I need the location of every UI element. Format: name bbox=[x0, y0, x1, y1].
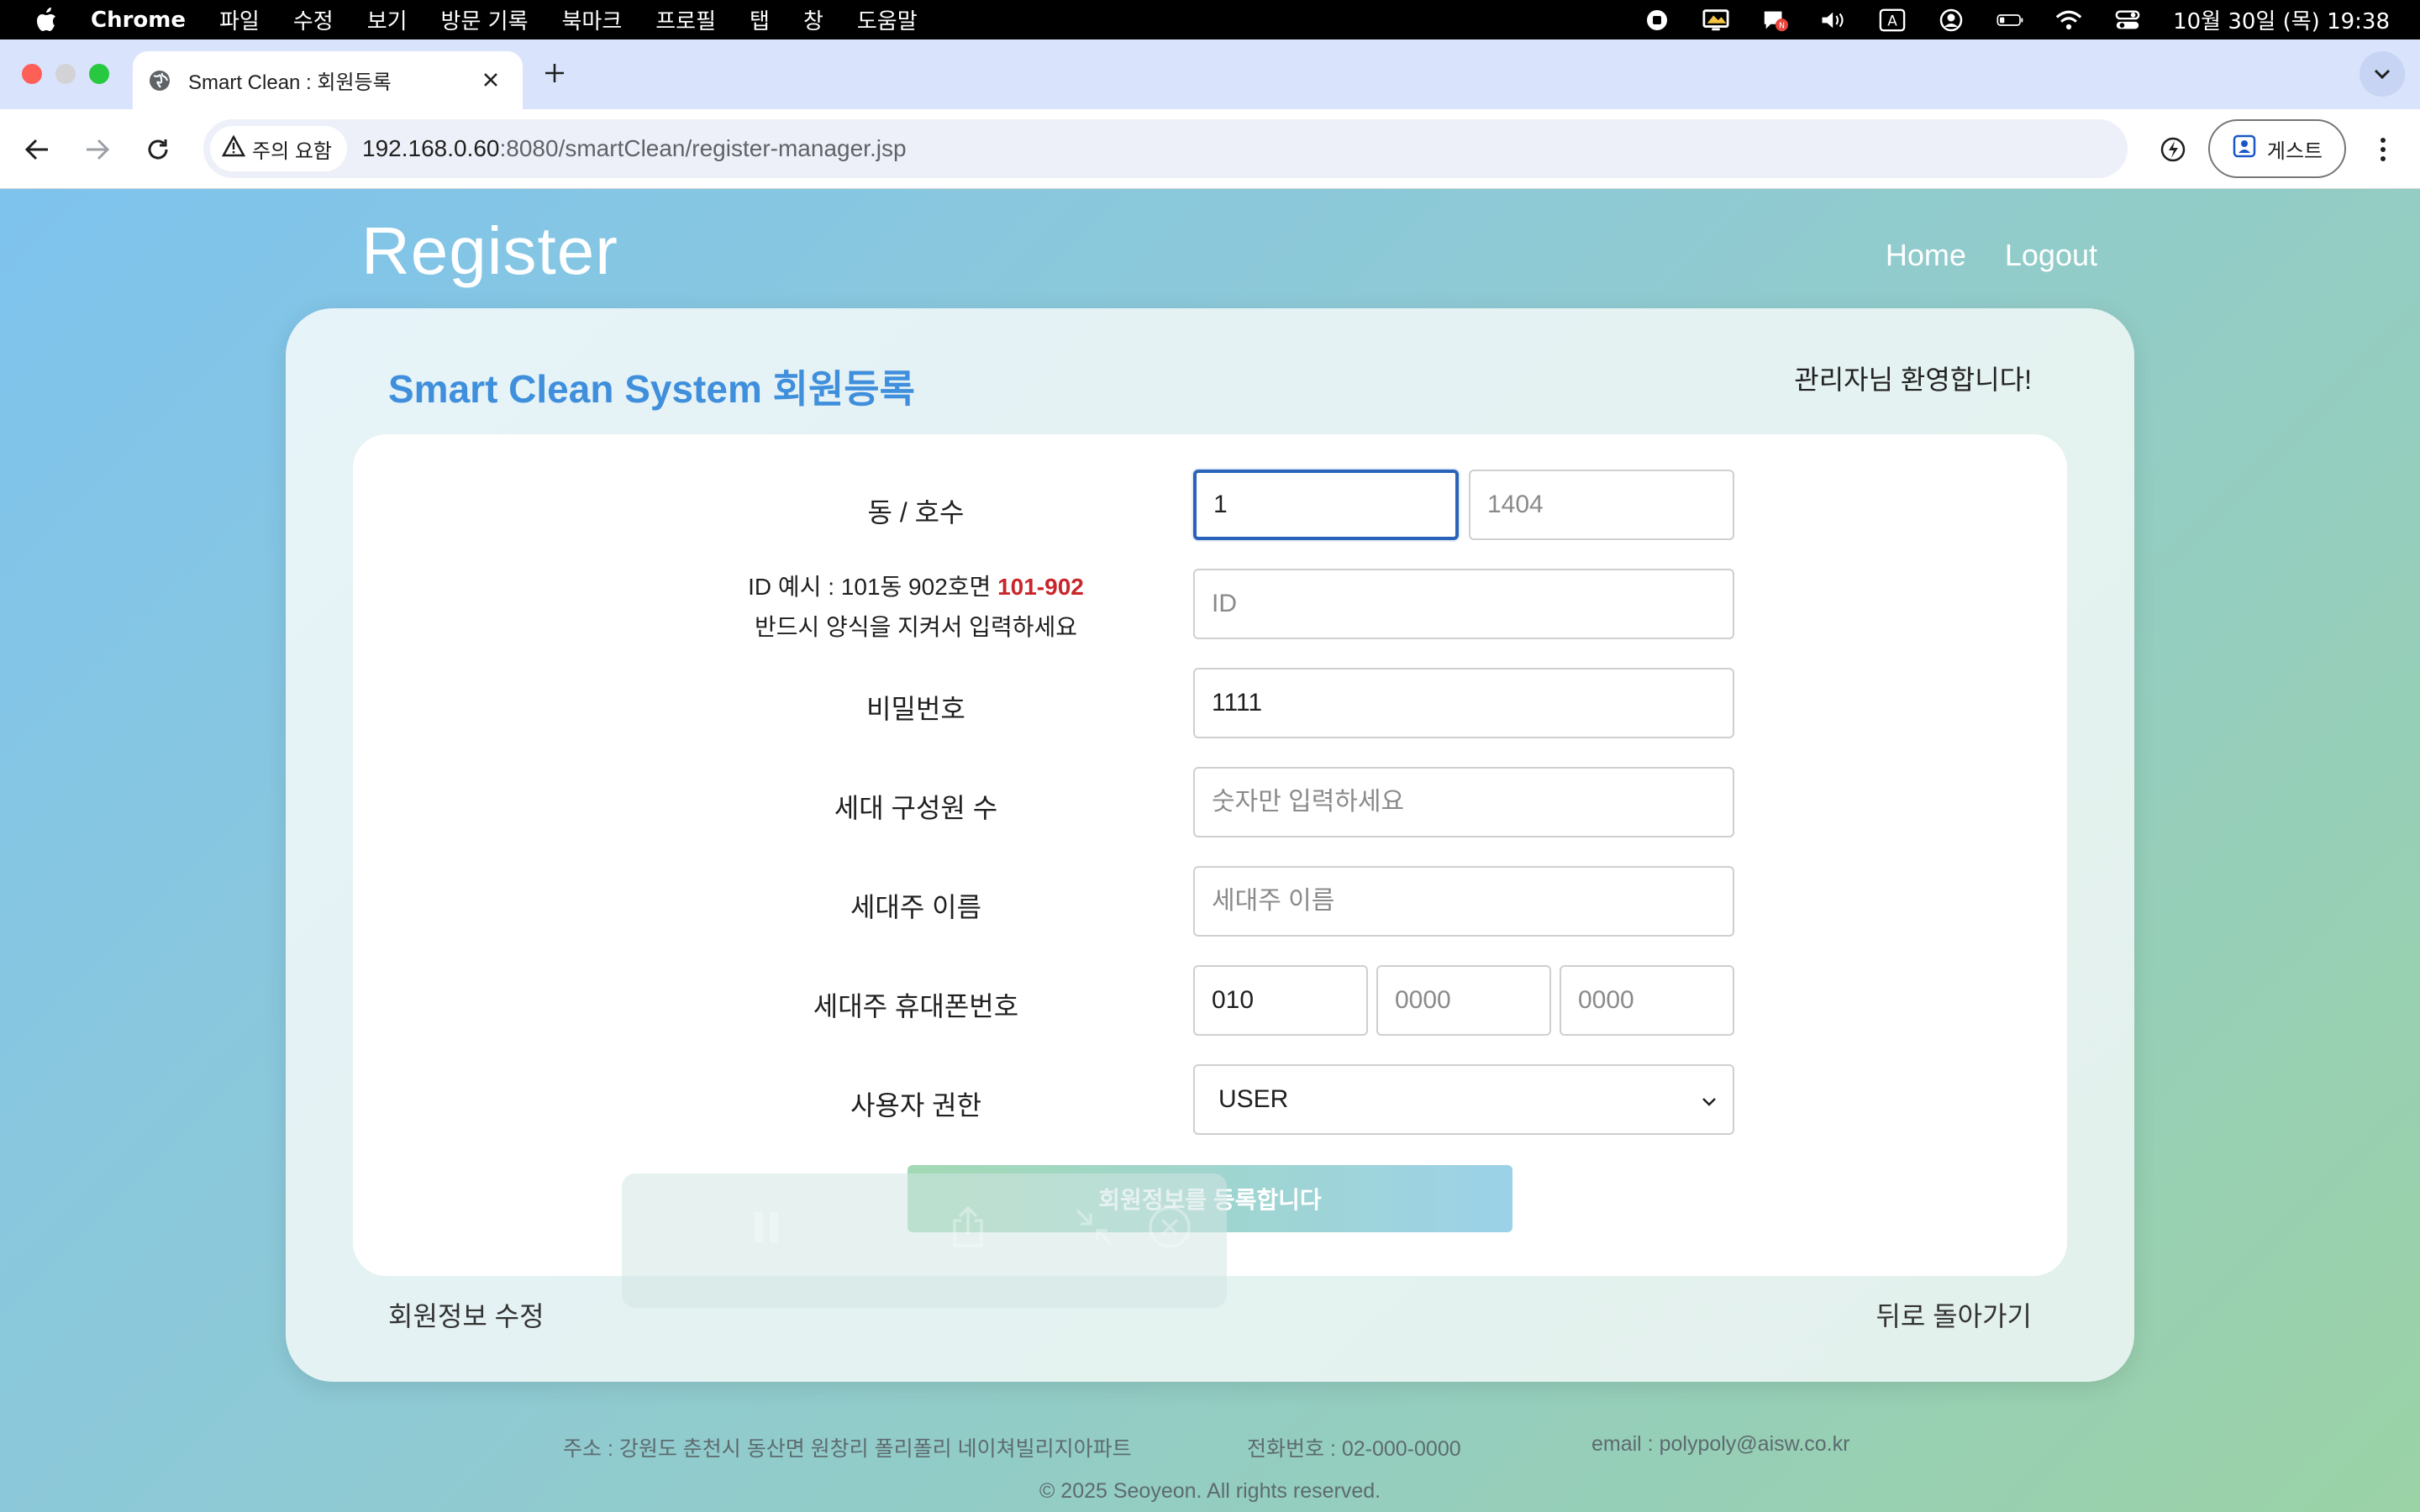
guest-profile-button[interactable]: 게스트 bbox=[2208, 119, 2346, 178]
window-close-button[interactable] bbox=[22, 64, 42, 84]
input-source-icon[interactable]: A bbox=[1879, 7, 1906, 34]
menu-tab[interactable]: 탭 bbox=[750, 4, 770, 35]
card-title: Smart Clean System 회원등록 bbox=[388, 367, 915, 411]
security-warning-label: 주의 요함 bbox=[252, 139, 332, 163]
dong-ho-label: 동 / 호수 bbox=[867, 497, 965, 528]
edit-member-link[interactable]: 회원정보 수정 bbox=[388, 1295, 544, 1334]
password-label: 비밀번호 bbox=[866, 694, 965, 724]
id-hint-line2: 반드시 양식을 지켜서 입력하세요 bbox=[755, 614, 1077, 640]
reload-icon[interactable] bbox=[139, 131, 176, 168]
chevron-down-icon bbox=[1699, 1089, 1719, 1110]
id-hint-example: 101-902 bbox=[997, 574, 1084, 600]
back-arrow-icon[interactable] bbox=[18, 131, 55, 168]
role-label: 사용자 권한 bbox=[850, 1090, 982, 1121]
url-path: :8080/smartClean/register-manager.jsp bbox=[499, 135, 907, 161]
user-icon[interactable] bbox=[1938, 7, 1965, 34]
tab-close-icon[interactable] bbox=[476, 65, 506, 95]
new-tab-icon[interactable] bbox=[538, 56, 571, 90]
menu-history[interactable]: 방문 기록 bbox=[441, 4, 529, 35]
brand-title: Register bbox=[361, 213, 618, 288]
footer-email: email : polypoly@aisw.co.kr bbox=[1591, 1432, 1850, 1456]
browser-toolbar: 주의 요함 192.168.0.60:8080/smartClean/regis… bbox=[0, 109, 2420, 189]
top-nav: Home Logout bbox=[1886, 238, 2097, 273]
footer-address: 주소 : 강원도 춘천시 동산면 원창리 폴리폴리 네이쳐빌리지아파트 bbox=[563, 1437, 1132, 1461]
members-label: 세대 구성원 수 bbox=[834, 793, 998, 823]
pause-icon[interactable] bbox=[739, 1200, 793, 1254]
apple-icon[interactable] bbox=[34, 6, 59, 34]
guest-label: 게스트 bbox=[2266, 139, 2323, 163]
control-center-icon[interactable] bbox=[2114, 7, 2141, 34]
tab-title: Smart Clean : 회원등록 bbox=[188, 71, 392, 94]
menu-app-name[interactable]: Chrome bbox=[91, 8, 186, 33]
role-select[interactable]: USER bbox=[1193, 1064, 1734, 1135]
macos-menu-bar: Chrome 파일 수정 보기 방문 기록 북마크 프로필 탭 창 도움말 N … bbox=[0, 0, 2420, 39]
menu-file[interactable]: 파일 bbox=[219, 4, 260, 35]
phone-first-input[interactable] bbox=[1193, 965, 1368, 1036]
back-link[interactable]: 뒤로 돌아가기 bbox=[1876, 1295, 2032, 1334]
nav-logout-link[interactable]: Logout bbox=[2005, 238, 2097, 273]
svg-text:A: A bbox=[1887, 12, 1897, 29]
chrome-menu-icon[interactable] bbox=[2366, 131, 2400, 168]
display-icon[interactable] bbox=[1702, 7, 1729, 34]
menu-edit[interactable]: 수정 bbox=[293, 4, 334, 35]
role-select-value: USER bbox=[1218, 1085, 1289, 1113]
id-input[interactable] bbox=[1193, 569, 1734, 639]
phone-label: 세대주 휴대폰번호 bbox=[813, 991, 1019, 1021]
share-icon[interactable] bbox=[941, 1200, 995, 1254]
forward-arrow-icon[interactable] bbox=[79, 131, 116, 168]
owner-name-label: 세대주 이름 bbox=[850, 892, 982, 922]
wifi-icon[interactable] bbox=[2055, 7, 2082, 34]
url-text[interactable]: 192.168.0.60:8080/smartClean/register-ma… bbox=[362, 135, 907, 162]
owner-name-input[interactable] bbox=[1193, 866, 1734, 937]
menubar-clock[interactable]: 10월 30일 (목) 19:38 bbox=[2173, 4, 2390, 35]
battery-icon[interactable] bbox=[1996, 7, 2023, 34]
members-input[interactable] bbox=[1193, 767, 1734, 837]
phone-last-input[interactable] bbox=[1560, 965, 1734, 1036]
menu-help[interactable]: 도움말 bbox=[857, 4, 918, 35]
password-input[interactable] bbox=[1193, 668, 1734, 738]
chat-icon[interactable]: N bbox=[1761, 7, 1789, 34]
id-hint: ID 예시 : 101동 902호면 101-902 반드시 양식을 지켜서 입… bbox=[731, 567, 1101, 648]
menu-bookmarks[interactable]: 북마크 bbox=[562, 4, 623, 35]
window-zoom-button[interactable] bbox=[89, 64, 109, 84]
phone-middle-input[interactable] bbox=[1376, 965, 1551, 1036]
web-page: Register Home Logout Smart Clean System … bbox=[0, 189, 2420, 1512]
security-warning-chip[interactable]: 주의 요함 bbox=[210, 126, 347, 171]
menu-view[interactable]: 보기 bbox=[367, 4, 408, 35]
id-hint-line1: ID 예시 : 101동 902호면 101-902 bbox=[731, 567, 1101, 607]
performance-icon[interactable] bbox=[2154, 131, 2191, 168]
collapse-icon[interactable] bbox=[1067, 1200, 1121, 1254]
address-bar[interactable]: 주의 요함 192.168.0.60:8080/smartClean/regis… bbox=[203, 119, 2128, 178]
svg-text:N: N bbox=[1779, 21, 1785, 30]
warning-triangle-icon bbox=[221, 134, 246, 163]
record-icon[interactable] bbox=[1644, 7, 1670, 34]
nav-home-link[interactable]: Home bbox=[1886, 238, 1966, 273]
welcome-message: 관리자님 환영합니다! bbox=[1794, 365, 2032, 395]
tab-search-chevron-icon[interactable] bbox=[2360, 51, 2405, 97]
media-overlay[interactable] bbox=[622, 1173, 1227, 1308]
menu-window[interactable]: 창 bbox=[803, 4, 823, 35]
register-form: 동 / 호수 ID 예시 : 101동 902호면 101-902 반드시 양식… bbox=[353, 434, 2067, 1276]
volume-icon[interactable] bbox=[1820, 7, 1847, 34]
id-hint-text: ID 예시 : 101동 902호면 bbox=[748, 574, 998, 600]
profile-icon bbox=[2232, 134, 2257, 165]
close-circle-icon[interactable] bbox=[1143, 1200, 1197, 1254]
url-host: 192.168.0.60 bbox=[362, 135, 500, 161]
window-minimize-button[interactable] bbox=[55, 64, 76, 84]
dong-input[interactable] bbox=[1193, 470, 1459, 540]
footer-phone: 전화번호 : 02-000-0000 bbox=[1247, 1437, 1461, 1461]
footer-copyright: © 2025 Seoyeon. All rights reserved. bbox=[1039, 1479, 1381, 1503]
menu-profiles[interactable]: 프로필 bbox=[655, 4, 716, 35]
browser-tab-active[interactable]: Smart Clean : 회원등록 bbox=[133, 51, 523, 109]
globe-icon bbox=[146, 67, 173, 94]
ho-input[interactable] bbox=[1469, 470, 1734, 540]
browser-tab-strip: Smart Clean : 회원등록 bbox=[0, 39, 2420, 109]
